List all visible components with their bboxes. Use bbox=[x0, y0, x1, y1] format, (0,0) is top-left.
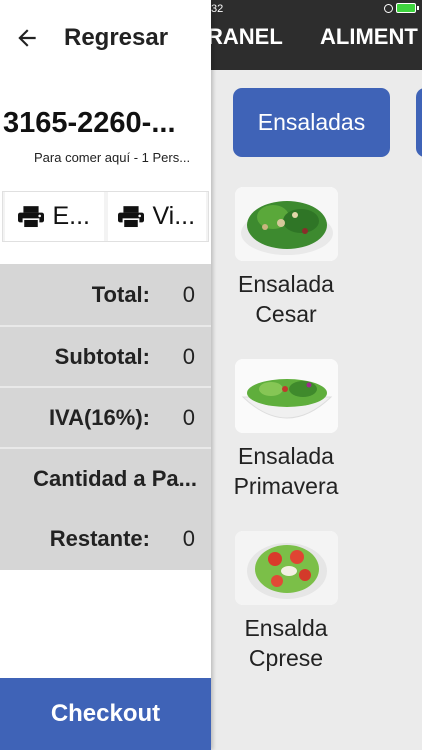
summary-row-iva: IVA(16%): 0 bbox=[0, 386, 211, 447]
summary-label: Total: bbox=[91, 281, 150, 307]
order-drawer: Regresar 3165-2260-... Para comer aquí -… bbox=[0, 0, 211, 750]
summary-label: Cantidad a Pa... bbox=[33, 465, 197, 491]
summary-value: 0 bbox=[182, 281, 195, 307]
tab-granel[interactable]: RANEL bbox=[211, 24, 283, 50]
product-item[interactable]: Ensalada Primavera bbox=[211, 359, 361, 501]
printer-icon bbox=[18, 205, 45, 228]
summary-row-cantidad: Cantidad a Pa... bbox=[0, 447, 211, 508]
catalog-panel: 32 RANEL ALIMENT Ensaladas Ensalada Cesa… bbox=[211, 0, 422, 750]
print-e-button[interactable]: E... bbox=[5, 192, 104, 241]
status-icons bbox=[384, 3, 419, 13]
summary-value: 0 bbox=[182, 404, 195, 430]
product-item[interactable]: Ensalda Cprese bbox=[211, 531, 361, 673]
product-item[interactable]: Ensalada Cesar bbox=[211, 187, 361, 329]
product-name-line2: Cprese bbox=[248, 645, 324, 671]
summary-label: Restante: bbox=[49, 525, 150, 551]
app-screen: 32 RANEL ALIMENT Ensaladas Ensalada Cesa… bbox=[0, 0, 422, 750]
summary-label: IVA(16%): bbox=[48, 404, 150, 430]
category-button-next[interactable] bbox=[416, 88, 422, 157]
summary-row-restante: Restante: 0 bbox=[0, 508, 211, 569]
order-summary: Total: 0 Subtotal: 0 IVA(16%): 0 Cantida… bbox=[0, 264, 211, 570]
tab-alimentos[interactable]: ALIMENT bbox=[320, 24, 418, 50]
caprese-salad-photo bbox=[234, 531, 338, 605]
action-button-row: E... Vi... bbox=[2, 191, 209, 242]
spring-salad-photo bbox=[234, 359, 338, 433]
back-label[interactable]: Regresar bbox=[64, 24, 168, 52]
summary-value: 0 bbox=[182, 525, 195, 551]
print-vi-label: Vi... bbox=[152, 202, 196, 230]
back-arrow-icon[interactable] bbox=[14, 25, 40, 51]
status-time: 32 bbox=[211, 3, 224, 15]
checkout-button[interactable]: Checkout bbox=[0, 678, 211, 750]
category-tab-bar: 32 RANEL ALIMENT bbox=[211, 0, 422, 70]
summary-value: 0 bbox=[182, 343, 195, 369]
alarm-icon bbox=[384, 3, 393, 13]
category-button-ensaladas[interactable]: Ensaladas bbox=[233, 88, 390, 157]
product-name-line1: Ensalada bbox=[238, 443, 334, 469]
order-id: 3165-2260-... bbox=[3, 107, 176, 139]
product-name-line1: Ensalda bbox=[244, 615, 328, 641]
product-name-line2: Cesar bbox=[255, 301, 317, 327]
product-name-line2: Primavera bbox=[233, 473, 339, 499]
summary-label: Subtotal: bbox=[54, 343, 150, 369]
product-name-line1: Ensalada bbox=[238, 271, 334, 297]
printer-icon bbox=[118, 205, 145, 228]
battery-icon bbox=[396, 3, 419, 13]
print-vi-button[interactable]: Vi... bbox=[107, 192, 206, 241]
caesar-salad-photo bbox=[234, 187, 338, 261]
print-e-label: E... bbox=[52, 202, 90, 230]
summary-row-total: Total: 0 bbox=[0, 264, 211, 325]
summary-row-subtotal: Subtotal: 0 bbox=[0, 325, 211, 386]
order-subtitle: Para comer aquí - 1 Pers... bbox=[34, 150, 191, 165]
